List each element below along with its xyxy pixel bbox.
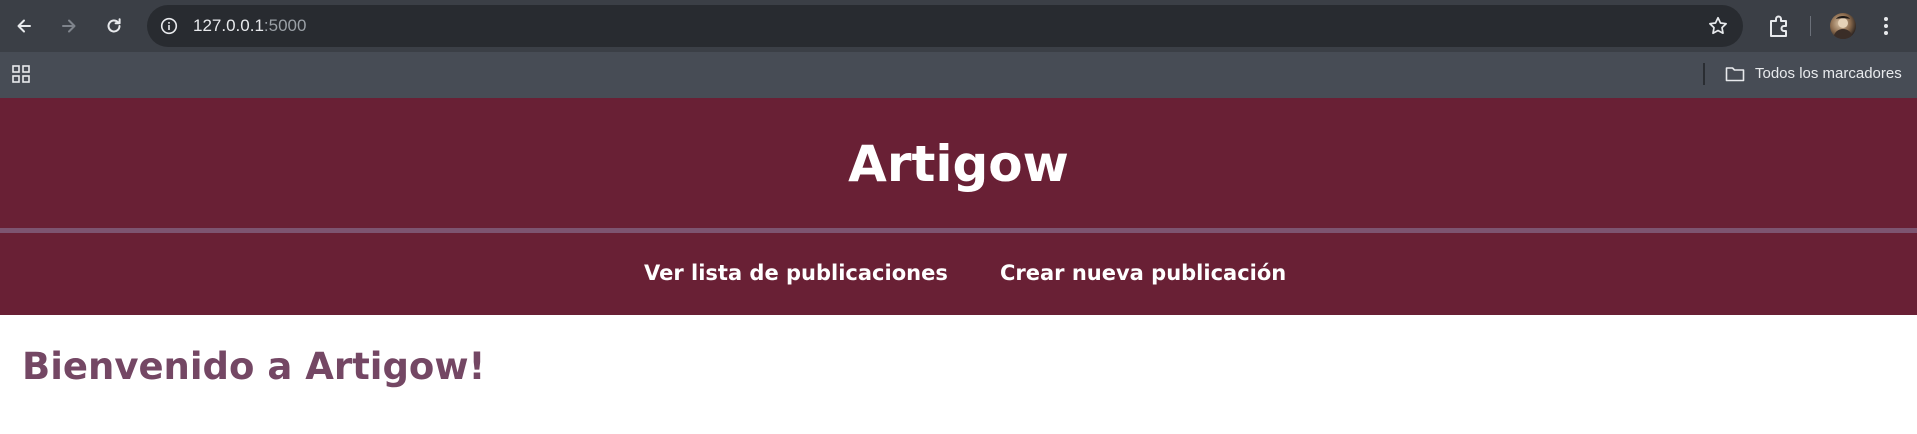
browser-toolbar: 127.0.0.1:5000 (0, 0, 1917, 52)
address-bar[interactable]: 127.0.0.1:5000 (147, 5, 1743, 47)
nav-link-post-list[interactable]: Ver lista de publicaciones (644, 261, 948, 285)
apps-grid-icon[interactable] (11, 64, 31, 84)
avatar-image (1833, 16, 1853, 39)
more-vert-icon[interactable] (1881, 14, 1891, 38)
all-bookmarks-button[interactable]: Todos los marcadores (1755, 65, 1902, 82)
forward-button[interactable] (53, 10, 85, 42)
site-info-button[interactable] (157, 14, 181, 38)
site-nav: Ver lista de publicaciones Crear nueva p… (0, 233, 1917, 315)
site-header: Artigow (0, 98, 1917, 228)
avatar[interactable] (1830, 13, 1856, 39)
extensions-icon[interactable] (1765, 12, 1793, 40)
url-port: :5000 (263, 16, 307, 35)
welcome-heading: Bienvenido a Artigow! (22, 345, 486, 388)
folder-icon (1725, 67, 1745, 82)
main-content: Bienvenido a Artigow! (0, 315, 1917, 434)
info-icon (160, 17, 178, 35)
back-arrow-icon (17, 19, 31, 33)
reload-button[interactable] (98, 10, 130, 42)
back-button[interactable] (8, 10, 40, 42)
site-title: Artigow (848, 135, 1069, 193)
bookmarks-divider (1703, 63, 1705, 85)
bookmarks-bar: Todos los marcadores (0, 52, 1917, 98)
toolbar-divider (1810, 16, 1811, 36)
star-icon[interactable] (1707, 15, 1729, 37)
forward-arrow-icon (62, 19, 76, 33)
nav-link-new-post[interactable]: Crear nueva publicación (1000, 261, 1286, 285)
reload-icon (107, 18, 121, 33)
browser-chrome: 127.0.0.1:5000 Todos los marcadores (0, 0, 1917, 98)
url-host: 127.0.0.1 (193, 16, 264, 35)
url-text[interactable]: 127.0.0.1:5000 (193, 16, 306, 36)
